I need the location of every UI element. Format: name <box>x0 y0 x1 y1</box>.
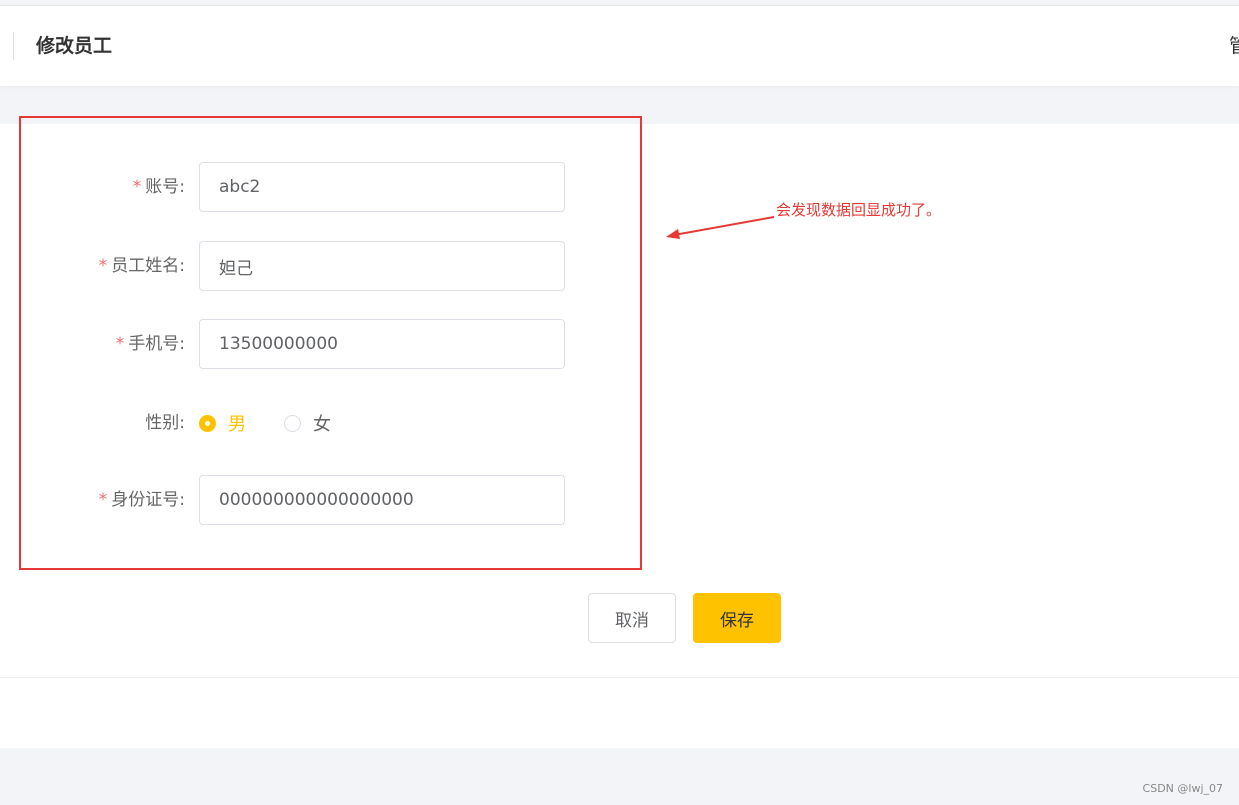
form-row-account: * 账号: <box>0 162 600 212</box>
header-right-text[interactable]: 管 <box>1229 34 1239 58</box>
name-label-text: 员工姓名: <box>111 256 185 276</box>
form-row-phone: * 手机号: <box>0 319 600 369</box>
header-divider <box>13 32 14 60</box>
phone-label: * 手机号: <box>116 319 185 369</box>
form-row-id-number: * 身份证号: <box>0 475 600 525</box>
required-mark: * <box>98 490 108 510</box>
account-label-text: 账号: <box>145 177 185 197</box>
name-input[interactable] <box>199 241 565 291</box>
gender-label: 性别: <box>145 413 185 433</box>
form-row-gender: 性别: 男 女 <box>0 398 600 448</box>
account-label: * 账号: <box>133 162 185 212</box>
page-title: 修改员工 <box>36 35 113 57</box>
annotation-text: 会发现数据回显成功了。 <box>776 201 942 219</box>
gender-female-label: 女 <box>313 414 331 435</box>
annotation-arrow-icon <box>666 216 775 239</box>
required-mark: * <box>98 256 108 276</box>
required-mark: * <box>132 177 142 197</box>
phone-input[interactable] <box>199 319 565 369</box>
radio-checked-icon <box>199 414 216 432</box>
phone-label-text: 手机号: <box>128 334 185 354</box>
gender-radio-male[interactable]: 男 <box>199 398 246 448</box>
gender-radio-female[interactable]: 女 <box>284 398 331 448</box>
name-label: * 员工姓名: <box>99 241 185 291</box>
save-button[interactable]: 保存 <box>693 593 781 643</box>
form-divider <box>0 677 1239 678</box>
account-input[interactable] <box>199 162 565 212</box>
id-number-input[interactable] <box>199 475 565 525</box>
gender-male-label: 男 <box>228 414 246 435</box>
id-number-label-text: 身份证号: <box>111 490 185 510</box>
required-mark: * <box>115 334 125 354</box>
id-number-label: * 身份证号: <box>99 475 185 525</box>
watermark: CSDN @lwj_07 <box>1142 782 1223 795</box>
form-row-name: * 员工姓名: <box>0 241 600 291</box>
page-header: 修改员工 管 <box>0 6 1239 86</box>
radio-unchecked-icon <box>284 414 301 432</box>
cancel-button[interactable]: 取消 <box>588 593 676 643</box>
